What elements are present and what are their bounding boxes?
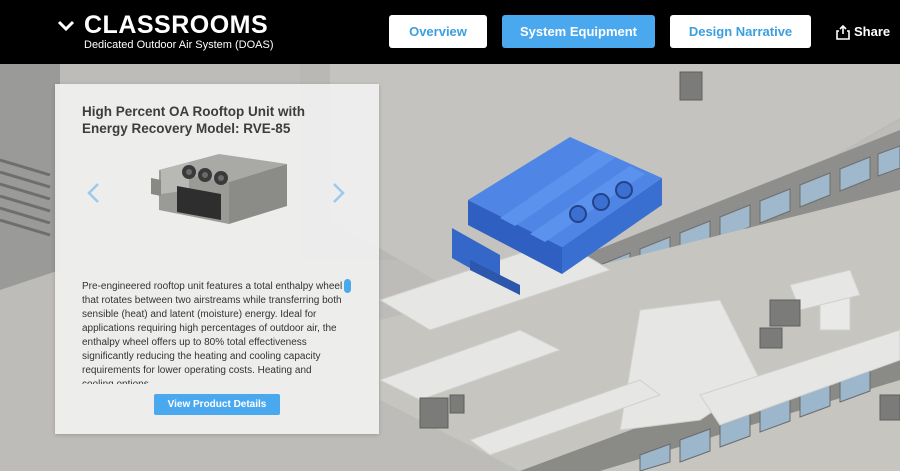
chevron-left-icon[interactable] xyxy=(86,182,102,204)
product-description: Pre-engineered rooftop unit features a t… xyxy=(82,281,343,384)
page-subtitle: Dedicated Outdoor Air System (DOAS) xyxy=(84,39,274,51)
product-description-scroll[interactable]: Pre-engineered rooftop unit features a t… xyxy=(82,280,344,384)
scrollbar-thumb[interactable] xyxy=(344,279,351,293)
product-title: High Percent OA Rooftop Unit with Energy… xyxy=(82,104,305,136)
tab-system-equipment[interactable]: System Equipment xyxy=(502,15,655,48)
product-card: High Percent OA Rooftop Unit with Energy… xyxy=(55,84,379,434)
chevron-down-icon[interactable] xyxy=(56,17,76,33)
view-product-details-button[interactable]: View Product Details xyxy=(154,394,280,415)
tab-overview[interactable]: Overview xyxy=(389,15,487,48)
page-title: CLASSROOMS xyxy=(84,11,269,39)
top-bar: CLASSROOMS Dedicated Outdoor Air System … xyxy=(0,0,900,64)
tab-design-narrative[interactable]: Design Narrative xyxy=(670,15,811,48)
share-label: Share xyxy=(854,24,891,39)
product-image xyxy=(151,154,287,224)
chevron-right-icon[interactable] xyxy=(330,182,346,204)
share-icon xyxy=(836,24,850,40)
